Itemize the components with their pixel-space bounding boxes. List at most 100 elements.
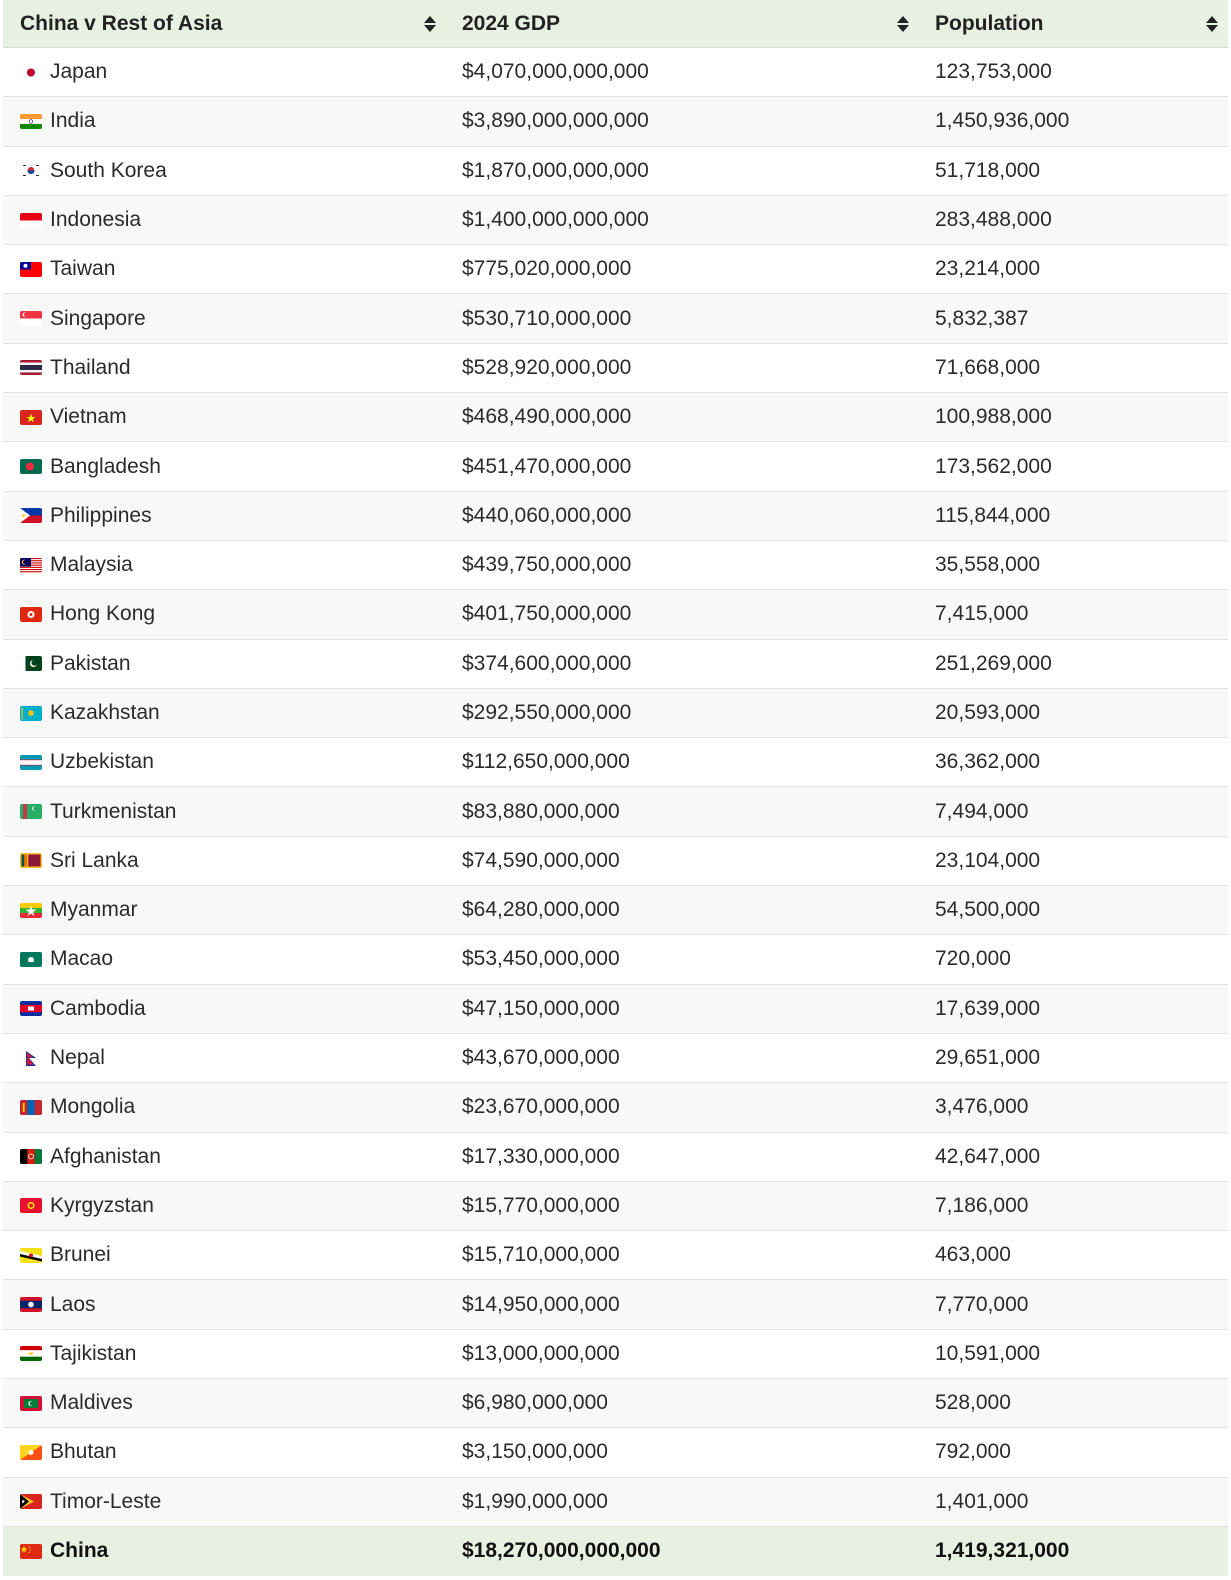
table-body: Japan $4,070,000,000,000 123,753,000 India $… — [3, 48, 1228, 1527]
gdp-cell: $13,000,000,000 — [446, 1330, 919, 1378]
sort-icon[interactable] — [897, 15, 909, 33]
country-name: South Korea — [50, 158, 167, 182]
country-cell: Bhutan — [3, 1428, 446, 1476]
country-name: Turkmenistan — [50, 799, 177, 823]
population-cell: 35,558,000 — [919, 541, 1228, 589]
gdp-cell: $1,870,000,000,000 — [446, 147, 919, 195]
macao-flag-icon — [20, 951, 42, 967]
population-value: 7,494,000 — [935, 799, 1029, 823]
country-name: Mongolia — [50, 1095, 136, 1119]
gdp-value: $15,710,000,000 — [462, 1243, 620, 1267]
population-cell: 3,476,000 — [919, 1083, 1228, 1131]
column-header-country[interactable]: China v Rest of Asia — [3, 0, 446, 47]
country-name: Hong Kong — [50, 602, 156, 626]
population-value: 3,476,000 — [935, 1095, 1029, 1119]
population-value: 54,500,000 — [935, 898, 1041, 922]
india-flag-icon — [20, 113, 42, 129]
table-row: Philippines $440,060,000,000 115,844,000 — [3, 491, 1228, 541]
population-value: 35,558,000 — [935, 553, 1041, 577]
country-cell: Myanmar — [3, 886, 446, 934]
sort-icon[interactable] — [424, 15, 436, 33]
pakistan-flag-icon — [20, 656, 42, 672]
gdp-cell: $439,750,000,000 — [446, 541, 919, 589]
population-cell: 5,832,387 — [919, 294, 1228, 342]
country-name: Vietnam — [50, 405, 127, 429]
population-value: 29,651,000 — [935, 1046, 1041, 1070]
mongolia-flag-icon — [20, 1099, 42, 1115]
china-flag-icon — [20, 1543, 42, 1559]
column-header-gdp[interactable]: 2024 GDP — [446, 0, 919, 47]
population-value: 792,000 — [935, 1440, 1011, 1464]
gdp-value: $74,590,000,000 — [462, 848, 620, 872]
bhutan-flag-icon — [20, 1444, 42, 1460]
country-cell: Hong Kong — [3, 590, 446, 638]
table-row: Bhutan $3,150,000,000 792,000 — [3, 1428, 1228, 1478]
gdp-cell: $47,150,000,000 — [446, 985, 919, 1033]
japan-flag-icon — [20, 64, 42, 80]
country-cell: Kyrgyzstan — [3, 1182, 446, 1230]
gdp-value: $83,880,000,000 — [462, 799, 620, 823]
population-value: 7,186,000 — [935, 1193, 1029, 1217]
gdp-value: $1,990,000,000 — [462, 1489, 608, 1513]
gdp-cell: $15,770,000,000 — [446, 1182, 919, 1230]
population-cell: 20,593,000 — [919, 689, 1228, 737]
footer-population-cell: 1,419,321,000 — [919, 1527, 1228, 1576]
table-row: Thailand $528,920,000,000 71,668,000 — [3, 343, 1228, 394]
table-row: Japan $4,070,000,000,000 123,753,000 — [3, 48, 1228, 98]
country-cell: India — [3, 97, 446, 145]
country-name: Thailand — [50, 355, 131, 379]
country-name: Singapore — [50, 306, 146, 330]
gdp-value: $13,000,000,000 — [462, 1341, 620, 1365]
population-value: 7,770,000 — [935, 1292, 1029, 1316]
hong-kong-flag-icon — [20, 606, 42, 622]
population-value: 1,450,936,000 — [935, 109, 1070, 133]
gdp-value: $4,070,000,000,000 — [462, 60, 649, 84]
gdp-cell: $6,980,000,000 — [446, 1379, 919, 1427]
column-header-population[interactable]: Population — [919, 0, 1228, 47]
population-value: 51,718,000 — [935, 158, 1041, 182]
column-header-population-label: Population — [935, 11, 1044, 35]
country-cell: Vietnam — [3, 393, 446, 441]
gdp-cell: $401,750,000,000 — [446, 590, 919, 638]
table-row: South Korea $1,870,000,000,000 51,718,000 — [3, 146, 1228, 196]
population-cell: 23,214,000 — [919, 245, 1228, 293]
country-name: Afghanistan — [50, 1144, 161, 1168]
country-cell: Timor-Leste — [3, 1478, 446, 1526]
population-value: 10,591,000 — [935, 1341, 1041, 1365]
country-name: Pakistan — [50, 651, 131, 675]
table-row: Kazakhstan $292,550,000,000 20,593,000 — [3, 688, 1228, 739]
gdp-value: $374,600,000,000 — [462, 651, 632, 675]
country-name: Uzbekistan — [50, 750, 154, 774]
table-header: China v Rest of Asia 2024 GDP Population — [3, 0, 1228, 48]
population-cell: 7,415,000 — [919, 590, 1228, 638]
gdp-value: $292,550,000,000 — [462, 701, 632, 724]
population-cell: 71,668,000 — [919, 344, 1228, 392]
table-row: Bangladesh $451,470,000,000 173,562,000 — [3, 442, 1228, 492]
column-header-gdp-label: 2024 GDP — [462, 11, 561, 35]
population-cell: 720,000 — [919, 935, 1228, 983]
population-cell: 1,401,000 — [919, 1478, 1228, 1526]
uzbekistan-flag-icon — [20, 754, 42, 770]
gdp-value: $3,150,000,000 — [462, 1440, 608, 1464]
bangladesh-flag-icon — [20, 459, 42, 475]
population-value: 23,104,000 — [935, 848, 1041, 872]
population-cell: 17,639,000 — [919, 985, 1228, 1033]
gdp-value: $439,750,000,000 — [462, 553, 632, 577]
country-name: Bangladesh — [50, 454, 161, 478]
gdp-value: $528,920,000,000 — [462, 355, 632, 379]
gdp-cell: $468,490,000,000 — [446, 393, 919, 441]
footer-country-name: China — [50, 1539, 109, 1563]
population-value: 283,488,000 — [935, 208, 1052, 232]
country-cell: Japan — [3, 48, 446, 96]
gdp-cell: $374,600,000,000 — [446, 640, 919, 688]
population-cell: 100,988,000 — [919, 393, 1228, 441]
gdp-cell: $775,020,000,000 — [446, 245, 919, 293]
timor-leste-flag-icon — [20, 1494, 42, 1510]
vietnam-flag-icon — [20, 409, 42, 425]
population-cell: 7,186,000 — [919, 1182, 1228, 1230]
sort-icon[interactable] — [1206, 15, 1218, 33]
gdp-value: $440,060,000,000 — [462, 503, 632, 527]
gdp-cell: $15,710,000,000 — [446, 1231, 919, 1279]
country-cell: Afghanistan — [3, 1133, 446, 1181]
country-cell: Brunei — [3, 1231, 446, 1279]
